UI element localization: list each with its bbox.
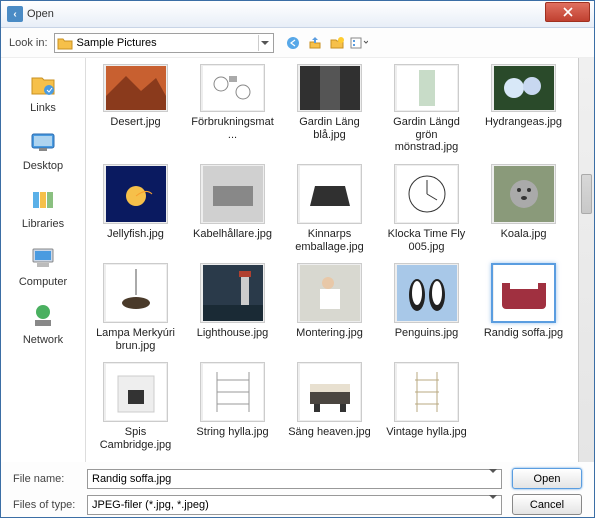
file-name: String hylla.jpg <box>196 426 268 439</box>
file-item[interactable]: Spis Cambridge.jpg <box>94 362 177 451</box>
sidebar-item-libraries[interactable]: Libraries <box>1 180 85 238</box>
app-icon: ‹ <box>7 6 23 22</box>
file-item[interactable]: Gardin Längd grön mönstrad.jpg <box>385 64 468 154</box>
file-item[interactable]: Desert.jpg <box>94 64 177 154</box>
vertical-scrollbar[interactable] <box>578 58 594 462</box>
file-name: Hydrangeas.jpg <box>485 116 562 129</box>
sidebar: Links Desktop Libraries Computer Network <box>1 58 85 462</box>
filename-label: File name: <box>13 473 87 485</box>
open-dialog: ‹ Open Look in: Sample Pictures Links <box>0 0 595 518</box>
file-list-area: Desert.jpg Förbrukningsmat... Gardin Län… <box>85 58 594 462</box>
file-item[interactable]: Montering.jpg <box>288 263 371 352</box>
file-name: Vintage hylla.jpg <box>386 426 467 439</box>
lookin-combo[interactable]: Sample Pictures <box>54 33 274 53</box>
computer-icon <box>27 242 59 274</box>
close-button[interactable] <box>545 2 590 22</box>
filename-input[interactable]: Randig soffa.jpg <box>87 469 502 489</box>
file-name: Kinnarps emballage.jpg <box>288 228 371 253</box>
lookin-label: Look in: <box>9 37 48 49</box>
sidebar-item-links[interactable]: Links <box>1 64 85 122</box>
desktop-icon <box>27 126 59 158</box>
filetype-value: JPEG-filer (*.jpg, *.jpeg) <box>92 499 209 511</box>
file-name: Jellyfish.jpg <box>107 228 164 241</box>
file-item[interactable]: Koala.jpg <box>482 164 565 253</box>
file-name: Säng heaven.jpg <box>288 426 371 439</box>
file-name: Spis Cambridge.jpg <box>94 426 177 451</box>
lookin-dropdown-arrow[interactable] <box>258 35 271 51</box>
file-item-selected[interactable]: Randig soffa.jpg <box>482 263 565 352</box>
lookin-value: Sample Pictures <box>77 37 258 49</box>
sidebar-item-computer[interactable]: Computer <box>1 238 85 296</box>
open-button[interactable]: Open <box>512 468 582 489</box>
sidebar-item-network[interactable]: Network <box>1 296 85 354</box>
filetype-dropdown-arrow[interactable] <box>489 499 497 511</box>
window-title: Open <box>27 8 545 20</box>
file-item[interactable]: Klocka Time Fly 005.jpg <box>385 164 468 253</box>
file-name: Lampa Merkyúri brun.jpg <box>94 327 177 352</box>
toolbar: Look in: Sample Pictures <box>1 28 594 58</box>
file-name: Klocka Time Fly 005.jpg <box>385 228 468 253</box>
file-item[interactable]: Hydrangeas.jpg <box>482 64 565 154</box>
up-icon[interactable] <box>306 34 324 52</box>
sidebar-item-label: Libraries <box>22 218 64 230</box>
sidebar-item-label: Computer <box>19 276 67 288</box>
folder-icon <box>57 36 73 50</box>
scrollbar-thumb[interactable] <box>581 174 592 214</box>
file-item[interactable]: String hylla.jpg <box>191 362 274 451</box>
file-item[interactable]: Lighthouse.jpg <box>191 263 274 352</box>
libraries-icon <box>27 184 59 216</box>
file-name: Koala.jpg <box>501 228 547 241</box>
file-name: Lighthouse.jpg <box>197 327 269 340</box>
file-item[interactable]: Jellyfish.jpg <box>94 164 177 253</box>
cancel-button[interactable]: Cancel <box>512 494 582 515</box>
links-icon <box>27 68 59 100</box>
file-name: Förbrukningsmat... <box>190 116 275 141</box>
footer: File name: Randig soffa.jpg Open Files o… <box>1 462 594 517</box>
file-name: Gardin Läng blå.jpg <box>288 116 371 141</box>
sidebar-item-label: Links <box>30 102 56 114</box>
new-folder-icon[interactable] <box>328 34 346 52</box>
sidebar-item-label: Desktop <box>23 160 63 172</box>
filename-dropdown-arrow[interactable] <box>489 473 497 485</box>
file-item[interactable]: Gardin Läng blå.jpg <box>288 64 371 154</box>
file-name: Randig soffa.jpg <box>484 327 563 340</box>
file-name: Kabelhållare.jpg <box>193 228 272 241</box>
file-item[interactable]: Säng heaven.jpg <box>288 362 371 451</box>
views-icon[interactable] <box>350 34 368 52</box>
sidebar-item-desktop[interactable]: Desktop <box>1 122 85 180</box>
file-name: Penguins.jpg <box>395 327 459 340</box>
filename-value: Randig soffa.jpg <box>92 473 171 485</box>
file-name: Desert.jpg <box>110 116 160 129</box>
dialog-body: Links Desktop Libraries Computer Network <box>1 58 594 462</box>
file-item[interactable]: Vintage hylla.jpg <box>385 362 468 451</box>
file-item[interactable]: Lampa Merkyúri brun.jpg <box>94 263 177 352</box>
file-item[interactable]: Kinnarps emballage.jpg <box>288 164 371 253</box>
titlebar: ‹ Open <box>1 1 594 28</box>
file-item[interactable]: Penguins.jpg <box>385 263 468 352</box>
back-icon[interactable] <box>284 34 302 52</box>
sidebar-item-label: Network <box>23 334 63 346</box>
filetype-label: Files of type: <box>13 499 87 511</box>
file-name: Gardin Längd grön mönstrad.jpg <box>385 116 468 154</box>
file-name: Montering.jpg <box>296 327 363 340</box>
toolbar-icons <box>284 34 368 52</box>
filetype-select[interactable]: JPEG-filer (*.jpg, *.jpeg) <box>87 495 502 515</box>
network-icon <box>27 300 59 332</box>
file-item[interactable]: Kabelhållare.jpg <box>191 164 274 253</box>
file-item[interactable]: Förbrukningsmat... <box>191 64 274 154</box>
file-grid[interactable]: Desert.jpg Förbrukningsmat... Gardin Län… <box>86 58 594 462</box>
